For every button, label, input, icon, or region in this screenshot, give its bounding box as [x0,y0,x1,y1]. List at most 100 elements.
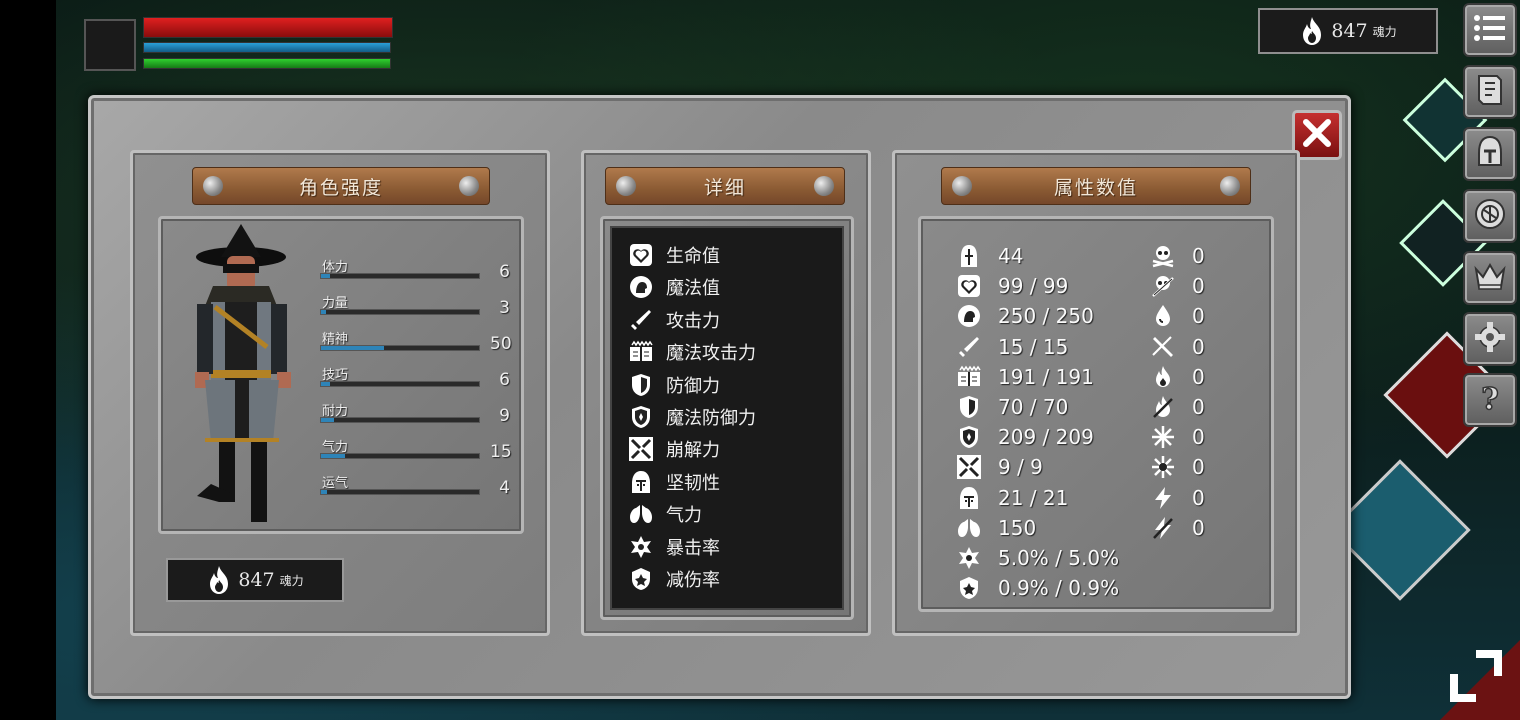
attribute-value: 70 / 70 [998,395,1069,419]
detail-row: 崩解力 [628,434,720,464]
attribute-value: 0 [1192,304,1205,329]
map-scroll-icon [1475,73,1505,111]
head-icon [956,303,982,329]
stat-track [320,273,480,279]
stat-row: 精神 50 [320,328,520,362]
head-icon [628,274,654,300]
help-button[interactable]: ? [1463,373,1517,427]
helmet-icon [628,469,654,495]
souls-counter-top: 847 魂力 [1258,8,1438,54]
attribute-row: 0 [1150,271,1205,301]
rivet-icon [1220,176,1240,196]
attributes-panel-title-text: 属性数值 [1053,176,1138,199]
svg-text:?: ? [1481,382,1499,415]
detail-row: 魔法值 [628,272,720,302]
stat-fill [321,418,334,422]
attribute-row: 191 / 191 [956,362,1094,392]
stat-value: 6 [499,262,510,282]
attribute-value: 0 [1192,455,1205,480]
detail-row: 生命值 [628,240,720,270]
attribute-value: 99 / 99 [998,274,1069,299]
attribute-row: 5.0% / 5.0% [956,543,1119,573]
souls-amount: 847 [238,569,275,591]
menu-button[interactable] [1463,3,1517,57]
stat-track [320,309,480,315]
souls-amount: 847 [1331,20,1368,42]
attribute-row: 15 / 15 [956,332,1068,362]
rivet-icon [952,176,972,196]
lungs-icon [628,501,654,527]
detail-label: 魔法攻击力 [666,343,756,365]
shield-icon [628,372,654,398]
detail-label: 魔法值 [666,278,720,300]
map-button[interactable] [1463,65,1517,119]
stat-track [320,345,480,351]
attribute-row: 0 [1150,392,1205,422]
stat-fill [321,310,326,314]
stat-row: 力量 3 [320,292,520,326]
attribute-row: 0 [1150,513,1205,543]
fire-resist-icon [1150,394,1176,420]
attribute-value: 0 [1192,425,1205,450]
detail-label: 坚韧性 [666,472,720,494]
crown-icon [1473,261,1507,295]
sword-icon [956,334,982,360]
help-icon: ? [1475,381,1505,419]
spellbook-icon [956,364,982,390]
fire-icon [1150,364,1176,390]
stat-fill [321,274,331,278]
detail-label: 暴击率 [666,537,720,559]
sword-icon [628,307,654,333]
left-letterbox [0,0,56,720]
attribute-row: 99 / 99 [956,271,1068,301]
ranking-button[interactable] [1463,251,1517,305]
detail-row: 暴击率 [628,532,720,562]
rune-button[interactable] [1463,189,1517,243]
stat-value: 9 [499,406,510,426]
stat-fill [321,382,331,386]
attribute-value: 21 / 21 [998,485,1069,510]
stat-row: 技巧 6 [320,364,520,398]
frost-resist-icon [1150,454,1176,480]
stat-value: 15 [490,442,512,462]
stat-row: 体力 6 [320,256,520,290]
stat-track [320,453,480,459]
detail-label: 崩解力 [666,440,720,462]
close-icon [1302,118,1332,152]
stat-fill [321,346,385,350]
attribute-value: 209 / 209 [998,425,1094,450]
attribute-row: 9 / 9 [956,452,1043,482]
detail-label: 攻击力 [666,310,720,332]
critical-star-icon [956,545,982,571]
stat-fill [321,454,345,458]
broken-sword-icon [628,436,654,462]
equipment-button[interactable] [1463,127,1517,181]
attribute-value: 0 [1192,515,1205,540]
helmet-icon [956,485,982,511]
attribute-value: 15 / 15 [998,334,1069,359]
player-portrait[interactable] [84,19,136,71]
slash-resist-icon [1150,334,1176,360]
detail-label: 减伤率 [666,570,720,591]
critical-star-icon [628,534,654,560]
souls-counter: 847 魂力 [166,558,344,602]
attributes-panel-title: 属性数值 [941,167,1251,205]
attribute-value: 250 / 250 [998,304,1094,329]
health-bar [143,17,393,38]
stat-track [320,381,480,387]
attribute-row: 0 [1150,241,1205,271]
attribute-value: 5.0% / 5.0% [998,546,1120,570]
settings-button[interactable] [1463,312,1517,366]
attribute-value: 44 [998,244,1024,268]
detail-row: 魔法防御力 [628,402,756,432]
souls-unit: 魂力 [1372,24,1397,39]
expand-arrows-icon [1446,648,1506,708]
detail-row: 魔法攻击力 [628,337,756,367]
detail-row: 坚韧性 [628,467,720,497]
character-panel-title-text: 角色强度 [298,176,383,199]
attribute-value: 9 / 9 [998,455,1043,480]
rivet-icon [459,176,479,196]
detail-row: 气力 [628,499,702,529]
water-drop-icon [1150,303,1176,329]
attribute-row: 44 [956,241,1023,271]
